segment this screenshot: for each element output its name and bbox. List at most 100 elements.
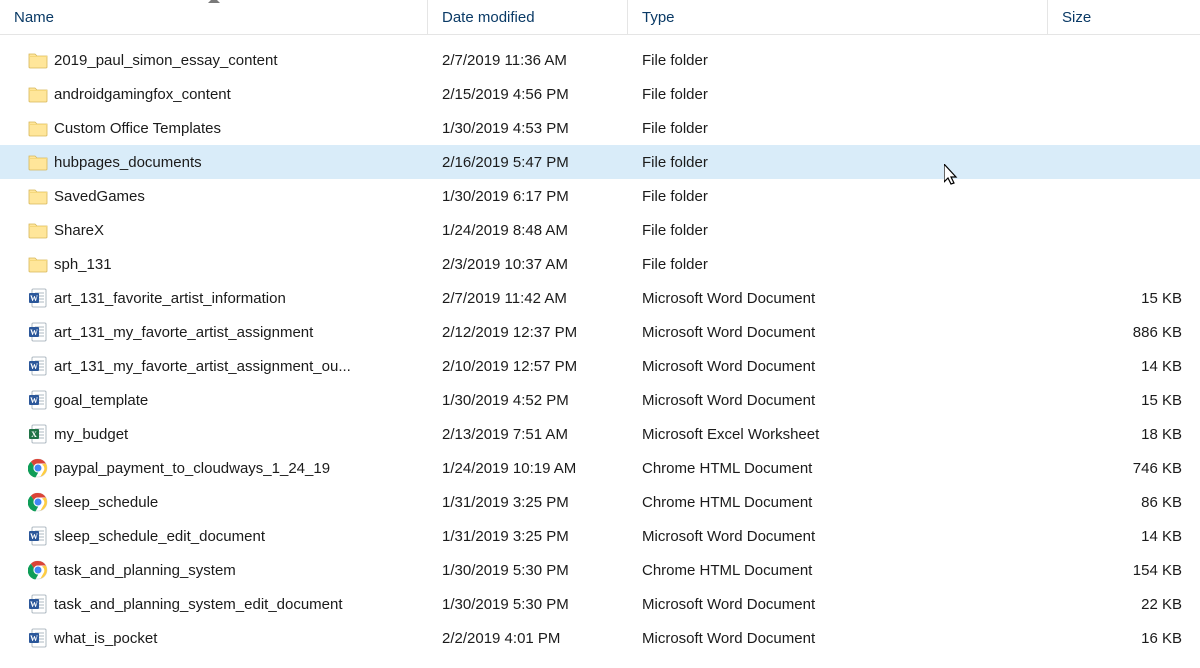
file-name-cell[interactable]: sph_131 xyxy=(0,254,428,274)
file-name-label: hubpages_documents xyxy=(54,154,428,171)
file-type: File folder xyxy=(628,120,1048,137)
file-type: Microsoft Word Document xyxy=(628,358,1048,375)
folder-icon xyxy=(28,50,48,70)
file-name-label: sleep_schedule xyxy=(54,494,428,511)
folder-icon xyxy=(28,220,48,240)
file-row[interactable]: art_131_my_favorte_artist_assignment2/12… xyxy=(0,315,1200,349)
excel-worksheet-icon xyxy=(28,424,48,444)
file-row[interactable]: paypal_payment_to_cloudways_1_24_191/24/… xyxy=(0,451,1200,485)
file-name-cell[interactable]: art_131_my_favorte_artist_assignment xyxy=(0,322,428,342)
file-row[interactable]: SavedGames1/30/2019 6:17 PMFile folder xyxy=(0,179,1200,213)
file-type: File folder xyxy=(628,256,1048,273)
file-date-modified: 1/30/2019 5:30 PM xyxy=(428,562,628,579)
file-row[interactable]: 2019_paul_simon_essay_content2/7/2019 11… xyxy=(0,43,1200,77)
file-type: Microsoft Word Document xyxy=(628,392,1048,409)
file-date-modified: 1/31/2019 3:25 PM xyxy=(428,528,628,545)
file-type: Microsoft Word Document xyxy=(628,630,1048,647)
file-name-cell[interactable]: hubpages_documents xyxy=(0,152,428,172)
file-size: 86 KB xyxy=(1048,494,1200,511)
column-header-date-modified[interactable]: Date modified xyxy=(428,0,628,34)
file-type: File folder xyxy=(628,52,1048,69)
file-row[interactable]: art_131_favorite_artist_information2/7/2… xyxy=(0,281,1200,315)
file-row[interactable]: goal_template1/30/2019 4:52 PMMicrosoft … xyxy=(0,383,1200,417)
column-header-size[interactable]: Size xyxy=(1048,0,1200,34)
file-size: 16 KB xyxy=(1048,630,1200,647)
file-size: 14 KB xyxy=(1048,528,1200,545)
file-name-cell[interactable]: androidgamingfox_content xyxy=(0,84,428,104)
sort-ascending-icon xyxy=(208,0,220,3)
file-name-label: art_131_my_favorte_artist_assignment_ou.… xyxy=(54,358,428,375)
file-name-label: androidgamingfox_content xyxy=(54,86,428,103)
file-name-label: task_and_planning_system_edit_document xyxy=(54,596,428,613)
column-header-label: Name xyxy=(14,9,54,26)
file-name-cell[interactable]: task_and_planning_system xyxy=(0,560,428,580)
column-header-label: Type xyxy=(642,9,675,26)
file-name-cell[interactable]: paypal_payment_to_cloudways_1_24_19 xyxy=(0,458,428,478)
file-date-modified: 2/7/2019 11:42 AM xyxy=(428,290,628,307)
folder-icon xyxy=(28,84,48,104)
folder-icon xyxy=(28,254,48,274)
file-name-cell[interactable]: sleep_schedule_edit_document xyxy=(0,526,428,546)
file-type: Chrome HTML Document xyxy=(628,494,1048,511)
file-name-cell[interactable]: ShareX xyxy=(0,220,428,240)
file-name-cell[interactable]: my_budget xyxy=(0,424,428,444)
column-header-name[interactable]: Name xyxy=(0,0,428,34)
file-name-cell[interactable]: 2019_paul_simon_essay_content xyxy=(0,50,428,70)
file-date-modified: 1/24/2019 8:48 AM xyxy=(428,222,628,239)
file-type: Microsoft Word Document xyxy=(628,290,1048,307)
file-type: File folder xyxy=(628,154,1048,171)
file-type: Microsoft Word Document xyxy=(628,324,1048,341)
file-name-cell[interactable]: art_131_my_favorte_artist_assignment_ou.… xyxy=(0,356,428,376)
file-type: File folder xyxy=(628,86,1048,103)
file-name-label: ShareX xyxy=(54,222,428,239)
file-row[interactable]: my_budget2/13/2019 7:51 AMMicrosoft Exce… xyxy=(0,417,1200,451)
file-name-cell[interactable]: task_and_planning_system_edit_document xyxy=(0,594,428,614)
file-row[interactable]: androidgamingfox_content2/15/2019 4:56 P… xyxy=(0,77,1200,111)
word-document-icon xyxy=(28,356,48,376)
chrome-html-icon xyxy=(28,560,48,580)
word-document-icon xyxy=(28,628,48,648)
file-name-cell[interactable]: what_is_pocket xyxy=(0,628,428,648)
file-date-modified: 1/30/2019 5:30 PM xyxy=(428,596,628,613)
file-name-cell[interactable]: art_131_favorite_artist_information xyxy=(0,288,428,308)
file-row[interactable]: sph_1312/3/2019 10:37 AMFile folder xyxy=(0,247,1200,281)
file-row[interactable]: what_is_pocket2/2/2019 4:01 PMMicrosoft … xyxy=(0,621,1200,655)
file-size: 15 KB xyxy=(1048,392,1200,409)
column-header-row: Name Date modified Type Size xyxy=(0,0,1200,35)
folder-icon xyxy=(28,118,48,138)
file-row[interactable]: ShareX1/24/2019 8:48 AMFile folder xyxy=(0,213,1200,247)
file-name-cell[interactable]: Custom Office Templates xyxy=(0,118,428,138)
file-type: Microsoft Word Document xyxy=(628,596,1048,613)
file-type: Microsoft Word Document xyxy=(628,528,1048,545)
file-name-label: what_is_pocket xyxy=(54,630,428,647)
file-size: 18 KB xyxy=(1048,426,1200,443)
file-row[interactable]: task_and_planning_system_edit_document1/… xyxy=(0,587,1200,621)
file-name-cell[interactable]: goal_template xyxy=(0,390,428,410)
file-name-label: task_and_planning_system xyxy=(54,562,428,579)
file-date-modified: 1/30/2019 6:17 PM xyxy=(428,188,628,205)
file-type: File folder xyxy=(628,222,1048,239)
file-name-label: goal_template xyxy=(54,392,428,409)
column-header-label: Size xyxy=(1062,9,1091,26)
file-date-modified: 2/13/2019 7:51 AM xyxy=(428,426,628,443)
file-row[interactable]: task_and_planning_system1/30/2019 5:30 P… xyxy=(0,553,1200,587)
folder-icon xyxy=(28,152,48,172)
file-row[interactable]: Custom Office Templates1/30/2019 4:53 PM… xyxy=(0,111,1200,145)
file-date-modified: 2/15/2019 4:56 PM xyxy=(428,86,628,103)
file-row[interactable]: hubpages_documents2/16/2019 5:47 PMFile … xyxy=(0,145,1200,179)
file-date-modified: 2/10/2019 12:57 PM xyxy=(428,358,628,375)
file-size: 14 KB xyxy=(1048,358,1200,375)
file-size: 22 KB xyxy=(1048,596,1200,613)
column-header-type[interactable]: Type xyxy=(628,0,1048,34)
file-name-label: art_131_favorite_artist_information xyxy=(54,290,428,307)
file-name-cell[interactable]: sleep_schedule xyxy=(0,492,428,512)
column-header-label: Date modified xyxy=(442,9,535,26)
word-document-icon xyxy=(28,390,48,410)
file-row[interactable]: sleep_schedule1/31/2019 3:25 PMChrome HT… xyxy=(0,485,1200,519)
chrome-html-icon xyxy=(28,492,48,512)
file-date-modified: 1/31/2019 3:25 PM xyxy=(428,494,628,511)
file-row[interactable]: art_131_my_favorte_artist_assignment_ou.… xyxy=(0,349,1200,383)
file-row[interactable]: sleep_schedule_edit_document1/31/2019 3:… xyxy=(0,519,1200,553)
file-name-cell[interactable]: SavedGames xyxy=(0,186,428,206)
file-name-label: 2019_paul_simon_essay_content xyxy=(54,52,428,69)
